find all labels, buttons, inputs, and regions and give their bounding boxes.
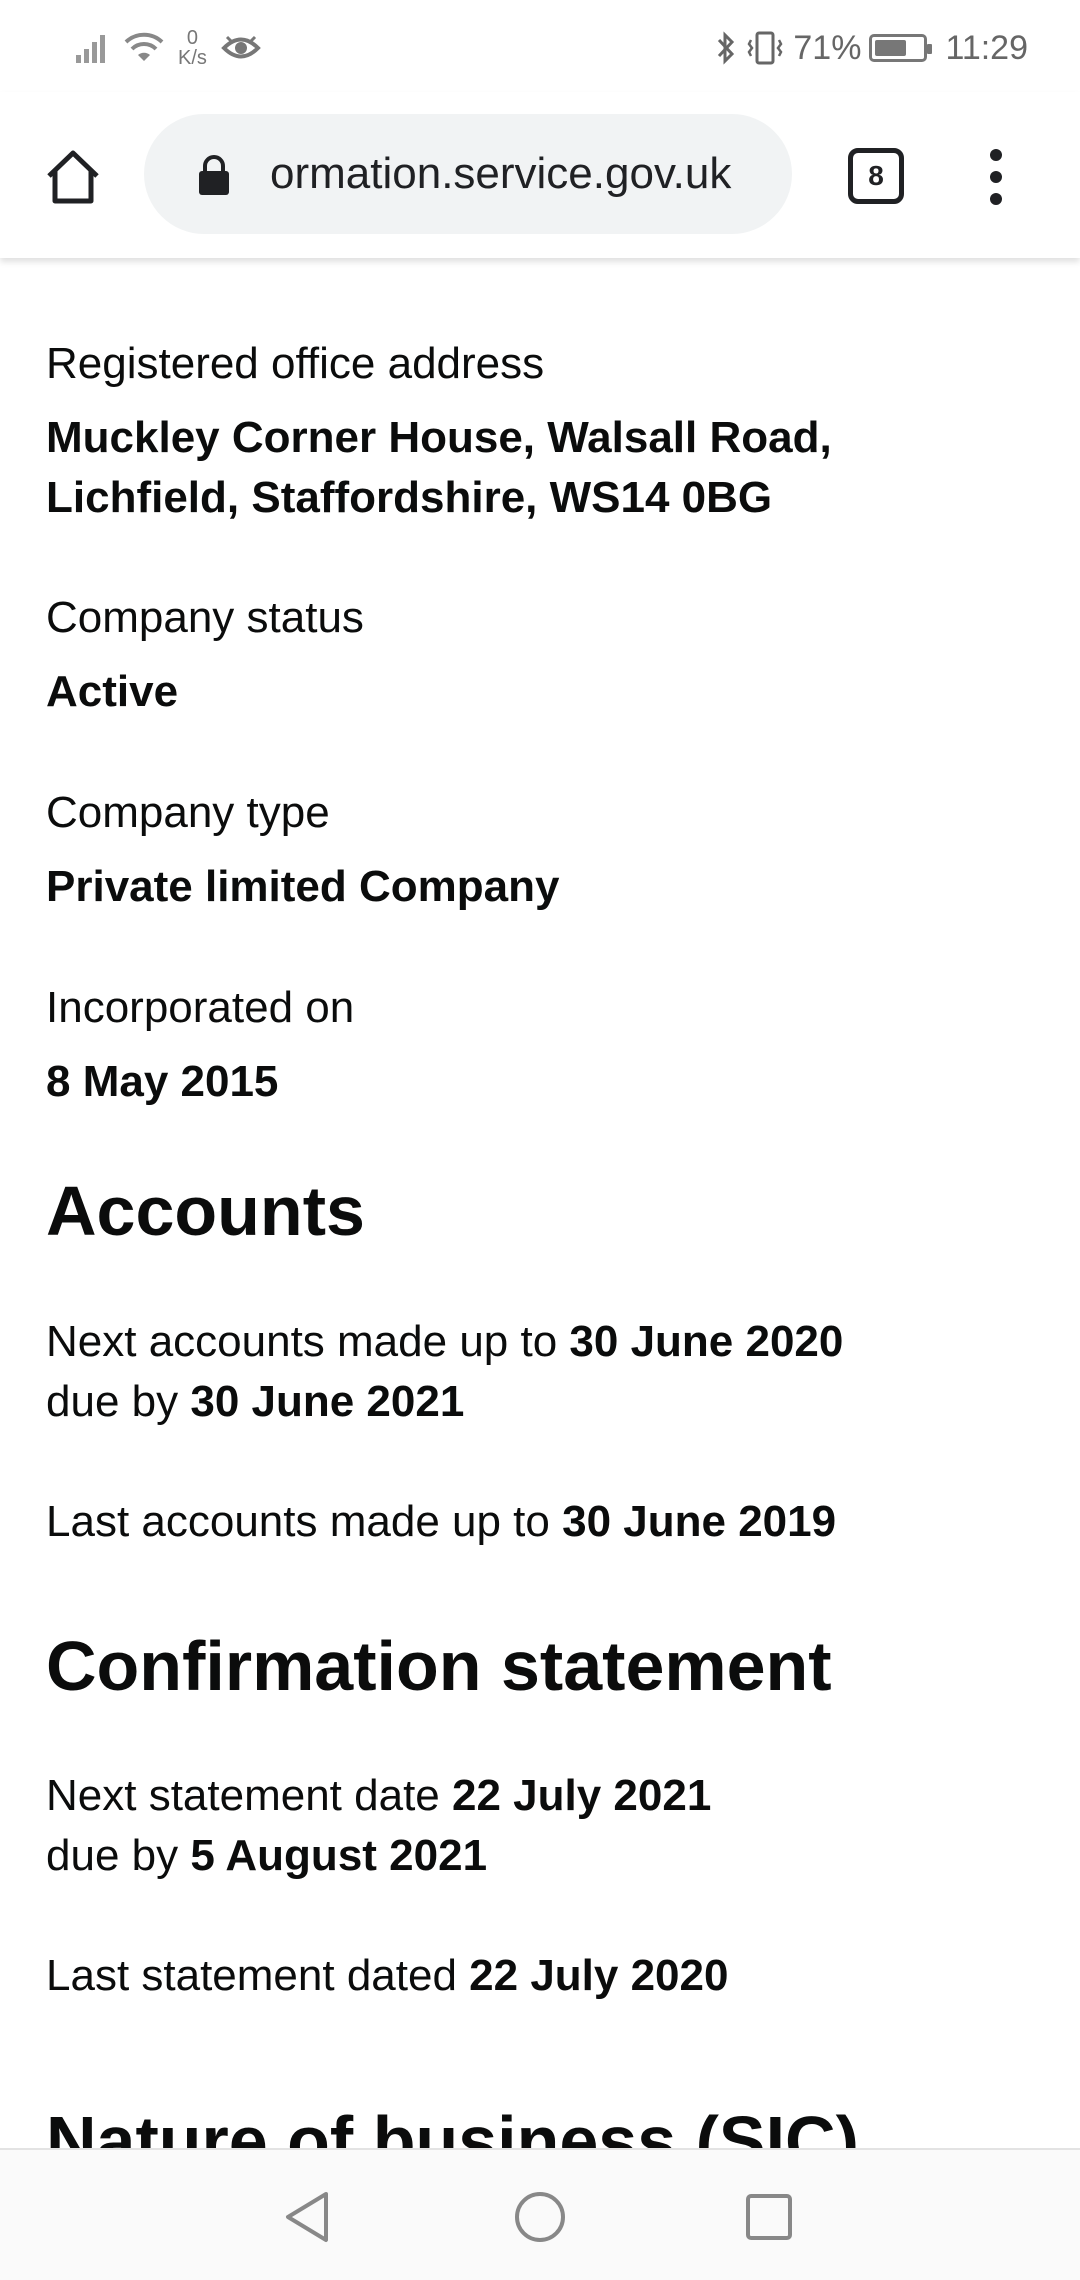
recents-square-icon	[746, 2194, 792, 2240]
confirmation-due-prefix: due by	[46, 1831, 191, 1880]
battery-icon	[869, 34, 933, 62]
accounts-last-date: 30 June 2019	[562, 1497, 837, 1546]
home-icon	[47, 150, 99, 204]
cell-signal-icon	[76, 35, 105, 63]
net-speed: 0 K/s	[178, 28, 207, 68]
url-bar[interactable]: ormation.service.gov.uk	[144, 114, 792, 234]
accounts-next-line: Next accounts made up to 30 June 2020	[46, 1312, 1036, 1372]
accounts-due-date: 30 June 2021	[190, 1377, 465, 1426]
confirmation-next-prefix: Next statement date	[46, 1771, 452, 1820]
status-bar: 0 K/s 71% 11:29	[0, 0, 1080, 92]
eye-icon	[221, 35, 261, 59]
vibrate-icon	[747, 31, 783, 65]
tab-count: 8	[868, 160, 884, 191]
back-triangle-icon	[286, 2192, 328, 2242]
company-type-label: Company type	[46, 788, 330, 837]
net-speed-value: 0	[186, 27, 199, 49]
overflow-menu-button[interactable]	[976, 142, 1016, 212]
confirmation-last-date: 22 July 2020	[469, 1951, 729, 2000]
accounts-last-line: Last accounts made up to 30 June 2019	[46, 1492, 1036, 1552]
home-circle-icon	[515, 2192, 565, 2242]
menu-dot-icon	[990, 171, 1002, 183]
wifi-icon	[124, 32, 164, 61]
tab-switcher-button[interactable]: 8	[848, 148, 904, 204]
menu-dot-icon	[990, 149, 1002, 161]
menu-dot-icon	[990, 193, 1002, 205]
incorporated-label: Incorporated on	[46, 983, 355, 1032]
company-status-label: Company status	[46, 593, 364, 642]
registered-office-label: Registered office address	[46, 339, 545, 388]
home-nav-button[interactable]	[505, 2182, 575, 2252]
confirmation-next-line: Next statement date 22 July 2021	[46, 1766, 1036, 1826]
browser-toolbar: ormation.service.gov.uk 8	[0, 92, 1080, 258]
battery-percent: 71%	[793, 28, 862, 67]
confirmation-last-line: Last statement dated 22 July 2020	[46, 1946, 1036, 2006]
lock-icon	[199, 155, 229, 195]
status-right: 71% 11:29	[715, 20, 1028, 76]
confirmation-last-prefix: Last statement dated	[46, 1951, 470, 2000]
status-left: 0 K/s	[74, 20, 261, 76]
confirmation-next-date: 22 July 2021	[452, 1771, 712, 1820]
back-button[interactable]	[272, 2182, 342, 2252]
bluetooth-icon	[718, 31, 735, 65]
system-navigation-bar	[0, 2148, 1080, 2280]
incorporated-value: 8 May 2015	[46, 1057, 279, 1106]
accounts-last-prefix: Last accounts made up to	[46, 1497, 563, 1546]
home-button[interactable]	[38, 142, 108, 212]
company-type-value: Private limited Company	[46, 862, 560, 911]
page-content: Registered office address Muckley Corner…	[46, 258, 1036, 2148]
accounts-due-line: due by 30 June 2021	[46, 1372, 1036, 1432]
recents-button[interactable]	[734, 2182, 804, 2252]
accounts-next-prefix: Next accounts made up to	[46, 1317, 570, 1366]
confirmation-due-line: due by 5 August 2021	[46, 1826, 1036, 1886]
status-time: 11:29	[945, 28, 1028, 67]
company-status-value: Active	[46, 667, 179, 716]
sic-heading: Nature of business (SIC)	[46, 2102, 859, 2148]
confirmation-heading: Confirmation statement	[46, 1627, 832, 1705]
confirmation-due-date: 5 August 2021	[190, 1831, 488, 1880]
accounts-heading: Accounts	[46, 1172, 365, 1250]
accounts-due-prefix: due by	[46, 1377, 191, 1426]
net-speed-unit: K/s	[178, 47, 207, 69]
url-text[interactable]: ormation.service.gov.uk	[270, 144, 775, 204]
battery-level	[875, 40, 907, 56]
accounts-next-date: 30 June 2020	[569, 1317, 844, 1366]
registered-office-line1: Muckley Corner House, Walsall Road,	[46, 413, 832, 462]
registered-office-line2: Lichfield, Staffordshire, WS14 0BG	[46, 473, 773, 522]
